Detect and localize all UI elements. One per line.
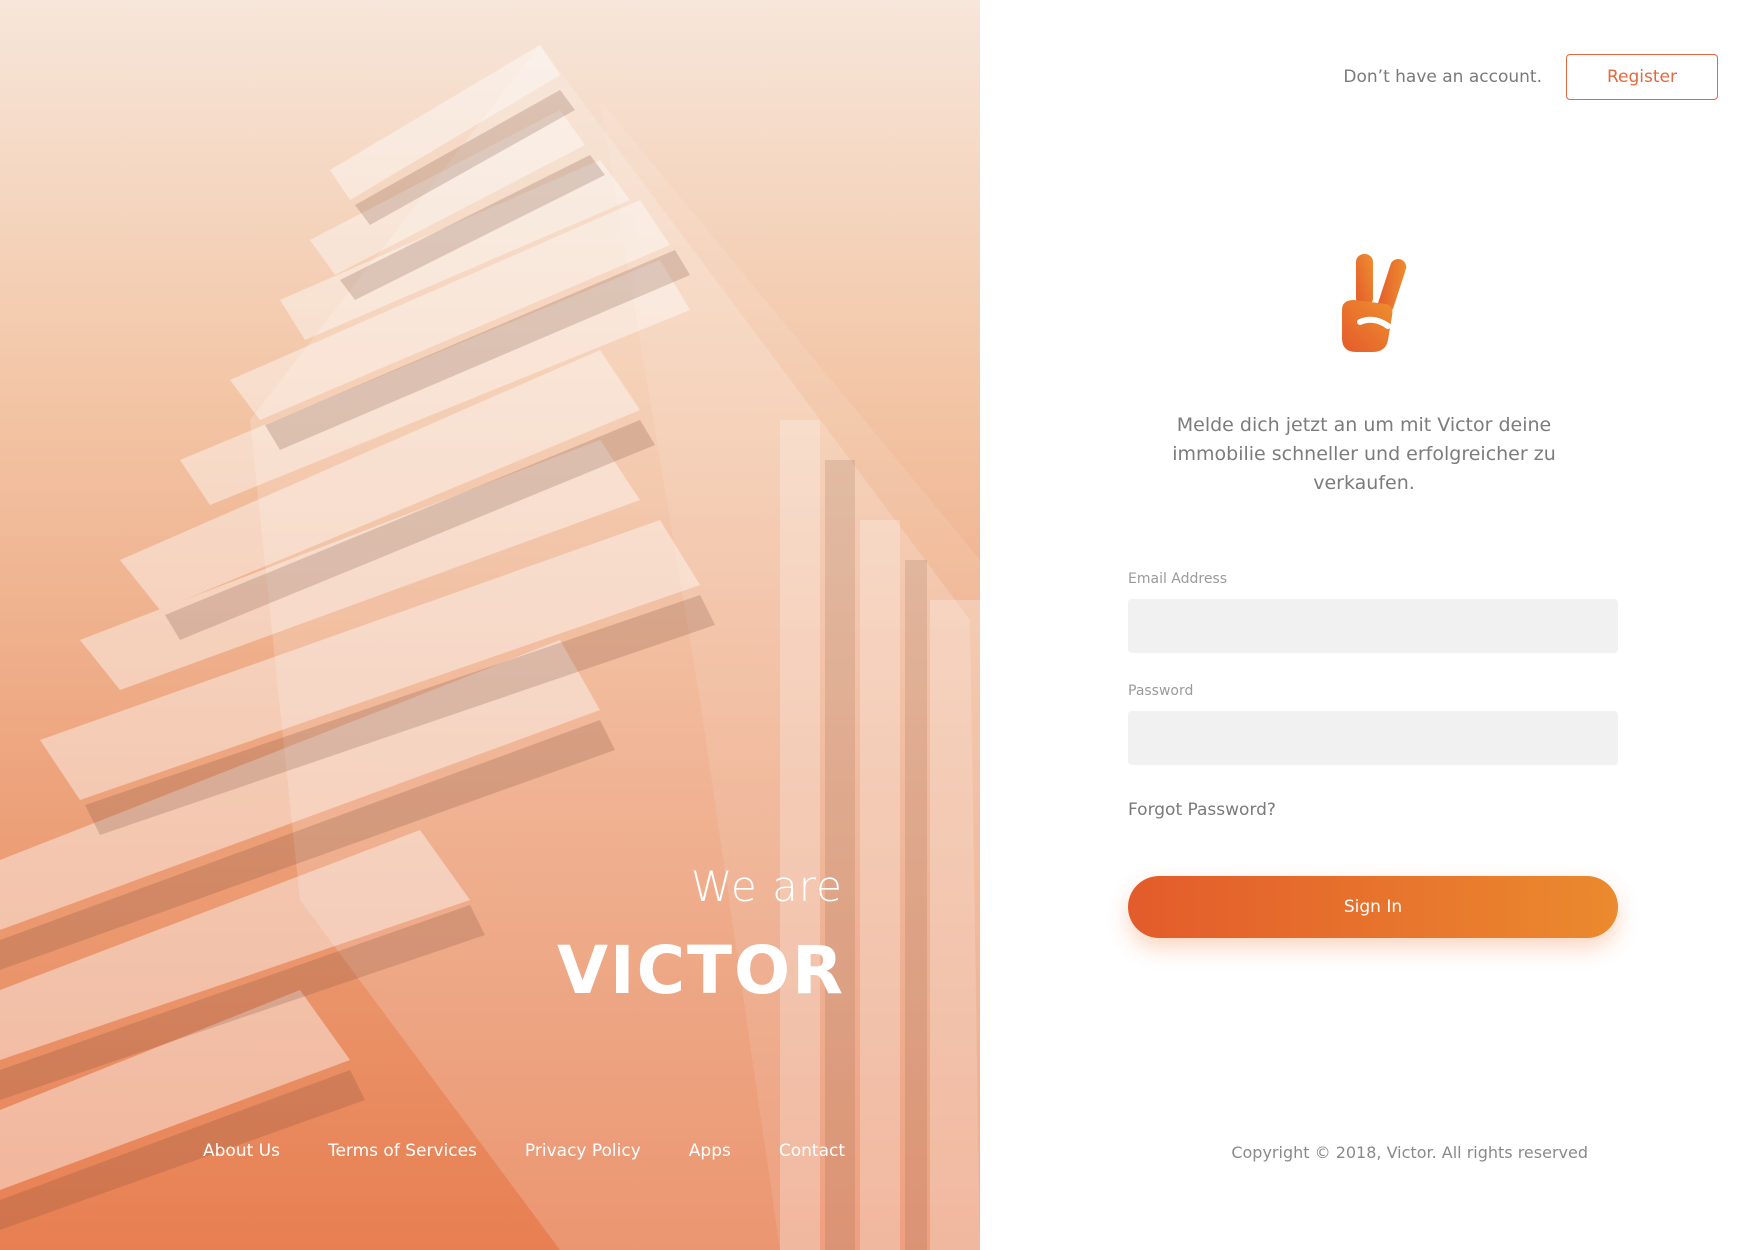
copyright-text: Copyright © 2018, Victor. All rights res…	[1231, 1143, 1588, 1162]
footer-link-contact[interactable]: Contact	[779, 1141, 845, 1161]
password-field[interactable]	[1128, 711, 1618, 765]
email-label: Email Address	[1128, 571, 1228, 587]
register-button[interactable]: Register	[1566, 54, 1718, 100]
forgot-password-link[interactable]: Forgot Password?	[1128, 800, 1276, 820]
footer-link-about[interactable]: About Us	[203, 1141, 280, 1161]
account-bar: Don’t have an account. Register	[1343, 54, 1718, 100]
footer-link-apps[interactable]: Apps	[689, 1141, 731, 1161]
login-panel: Don’t have an account. Register Melde di…	[980, 0, 1758, 1250]
footer-link-terms[interactable]: Terms of Services	[328, 1141, 477, 1161]
hero-brand-title: VICTOR	[556, 932, 845, 1009]
email-field[interactable]	[1128, 599, 1618, 653]
sign-in-button[interactable]: Sign In	[1128, 876, 1618, 938]
victory-hand-icon	[1342, 254, 1407, 352]
footer-nav: About Us Terms of Services Privacy Polic…	[203, 1141, 845, 1161]
no-account-text: Don’t have an account.	[1343, 67, 1542, 87]
hero-subtitle: We are	[690, 862, 843, 911]
building-photo	[0, 45, 980, 1250]
hero-panel: We are VICTOR About Us Terms of Services…	[0, 0, 980, 1250]
footer-link-privacy[interactable]: Privacy Policy	[525, 1141, 641, 1161]
password-label: Password	[1128, 683, 1194, 699]
tagline-text: Melde dich jetzt an um mit Victor deine …	[1172, 414, 1556, 494]
